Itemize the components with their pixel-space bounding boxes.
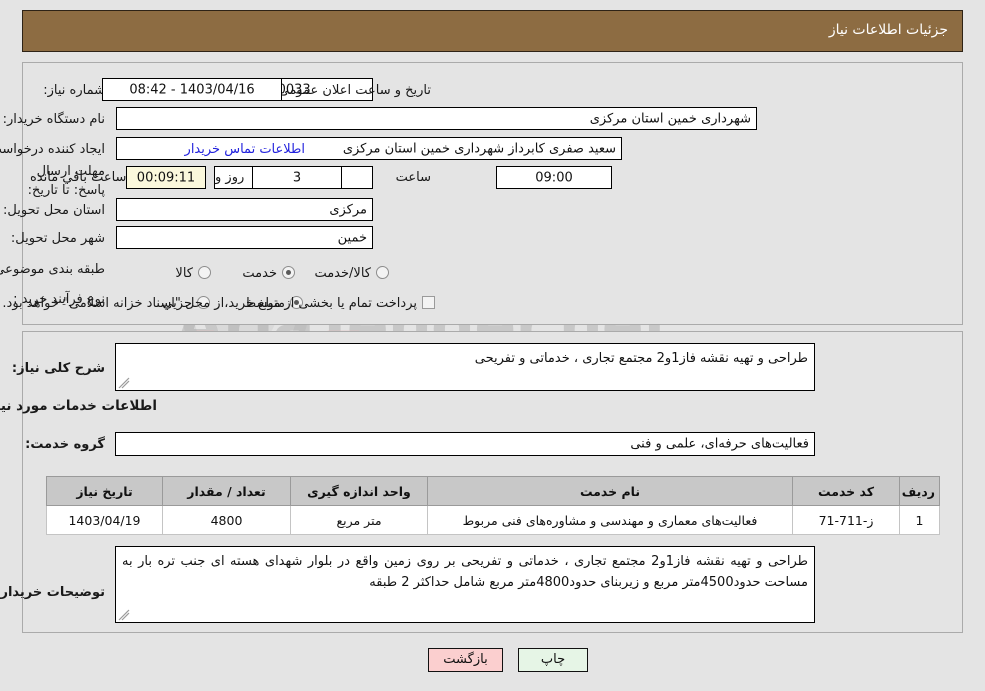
announce-datetime-field[interactable]: 1403/04/16 - 08:42 (102, 78, 282, 101)
back-button[interactable]: بازگشت (428, 648, 503, 672)
service-group-field[interactable]: فعالیت‌های حرفه‌ای، علمی و فنی (115, 432, 815, 456)
category-radio-khedmat[interactable] (282, 266, 295, 279)
delivery-city-field[interactable]: خمین (116, 226, 373, 249)
category-radio-kala[interactable] (198, 266, 211, 279)
request-creator-label: ایجاد کننده درخواست: (0, 142, 105, 157)
delivery-province-field[interactable]: مرکزی (116, 198, 373, 221)
need-number-label: شماره نیاز: (43, 83, 105, 98)
category-option-khedmat-label: خدمت (242, 266, 277, 281)
cell-service-name: فعالیت‌های معماری و مهندسی و مشاوره‌های … (427, 505, 793, 535)
treasury-bond-checkbox-group[interactable]: پرداخت تمام یا بخشی از مبلغ خرید،از محل … (2, 292, 435, 311)
category-option-kala-khedmat-label: کالا/خدمت (314, 266, 371, 281)
treasury-bond-checkbox-label: پرداخت تمام یا بخشی از مبلغ خرید،از محل … (2, 296, 417, 311)
service-group-label: گروه خدمت: (25, 437, 105, 452)
category-option-kala[interactable]: کالا (175, 262, 211, 281)
page-header-bar: جزئیات اطلاعات نیاز (22, 10, 963, 52)
need-info-panel (22, 62, 963, 325)
table-col-need-date: تاریخ نیاز (46, 476, 163, 506)
cell-unit: متر مربع (290, 505, 428, 535)
cell-quantity: 4800 (162, 505, 291, 535)
deadline-days-value: 3 (292, 170, 302, 185)
table-header-row: ردیف کد خدمت نام خدمت واحد اندازه گیری ت… (46, 476, 940, 506)
cell-service-code: ز-711-71 (792, 505, 900, 535)
table-col-quantity: تعداد / مقدار (162, 476, 291, 506)
deadline-days-label: روز و (215, 170, 245, 185)
resize-grip-icon (118, 377, 130, 389)
service-group-value: فعالیت‌های حرفه‌ای، علمی و فنی (630, 436, 809, 452)
table-col-unit: واحد اندازه گیری (290, 476, 428, 506)
table-row: 1 ز-711-71 فعالیت‌های معماری و مهندسی و … (46, 505, 940, 535)
table-col-service-name: نام خدمت (427, 476, 793, 506)
request-creator-value: سعید صفری کابرداز شهرداری خمین استان مرک… (342, 141, 616, 156)
cell-need-date: 1403/04/19 (46, 505, 163, 535)
buyer-notes-label: توضیحات خریدار: (0, 585, 105, 600)
buyer-notes-value: طراحی و تهیه نقشه فاز1و2 مجتمع تجاری ، خ… (122, 554, 808, 591)
buyer-org-field[interactable]: شهرداری خمین استان مرکزی (116, 107, 757, 130)
table-col-row: ردیف (899, 476, 940, 506)
category-radio-kala-khedmat[interactable] (376, 266, 389, 279)
general-desc-textarea[interactable]: طراحی و تهیه نقشه فاز1و2 مجتمع تجاری ، خ… (115, 343, 815, 391)
general-desc-value: طراحی و تهیه نقشه فاز1و2 مجتمع تجاری ، خ… (474, 351, 808, 366)
delivery-city-label: شهر محل تحویل: (10, 231, 105, 246)
page-root: AriaTender.net جزئیات اطلاعات نیاز شماره… (0, 0, 985, 691)
general-desc-label: شرح کلی نیاز: (11, 361, 105, 376)
deadline-days-field[interactable]: 3 (252, 166, 342, 189)
countdown-field: 00:09:11 (126, 166, 206, 189)
buyer-contact-link[interactable]: اطلاعات تماس خریدار (185, 142, 305, 157)
delivery-city-value: خمین (337, 230, 367, 245)
announce-datetime-value: 1403/04/16 - 08:42 (129, 82, 255, 97)
print-button[interactable]: چاپ (518, 648, 588, 672)
treasury-bond-checkbox[interactable] (422, 296, 435, 309)
category-label: طبقه بندی موضوعی: (0, 262, 105, 277)
services-heading: اطلاعات خدمات مورد نیاز (0, 398, 157, 414)
category-option-kala-khedmat[interactable]: کالا/خدمت (314, 262, 389, 281)
category-option-khedmat[interactable]: خدمت (242, 262, 295, 281)
cell-row: 1 (899, 505, 940, 535)
announce-datetime-label: تاریخ و ساعت اعلان عمومی: (274, 83, 431, 98)
buyer-org-value: شهرداری خمین استان مرکزی (589, 111, 751, 126)
page-title: جزئیات اطلاعات نیاز (828, 22, 948, 38)
deadline-time-field[interactable]: 09:00 (496, 166, 612, 189)
deadline-time-value: 09:00 (535, 170, 573, 185)
countdown-value: 00:09:11 (136, 170, 196, 185)
countdown-label: ساعت باقي مانده (30, 170, 127, 185)
delivery-province-label: استان محل تحویل: (3, 203, 105, 218)
buyer-notes-textarea[interactable]: طراحی و تهیه نقشه فاز1و2 مجتمع تجاری ، خ… (115, 546, 815, 623)
deadline-time-label: ساعت (395, 170, 431, 185)
delivery-province-value: مرکزی (329, 202, 367, 217)
table-col-service-code: کد خدمت (792, 476, 900, 506)
services-table: ردیف کد خدمت نام خدمت واحد اندازه گیری ت… (46, 476, 940, 535)
category-option-kala-label: کالا (175, 266, 193, 281)
buyer-org-label: نام دستگاه خریدار: (2, 112, 105, 127)
resize-grip-icon (118, 609, 130, 621)
